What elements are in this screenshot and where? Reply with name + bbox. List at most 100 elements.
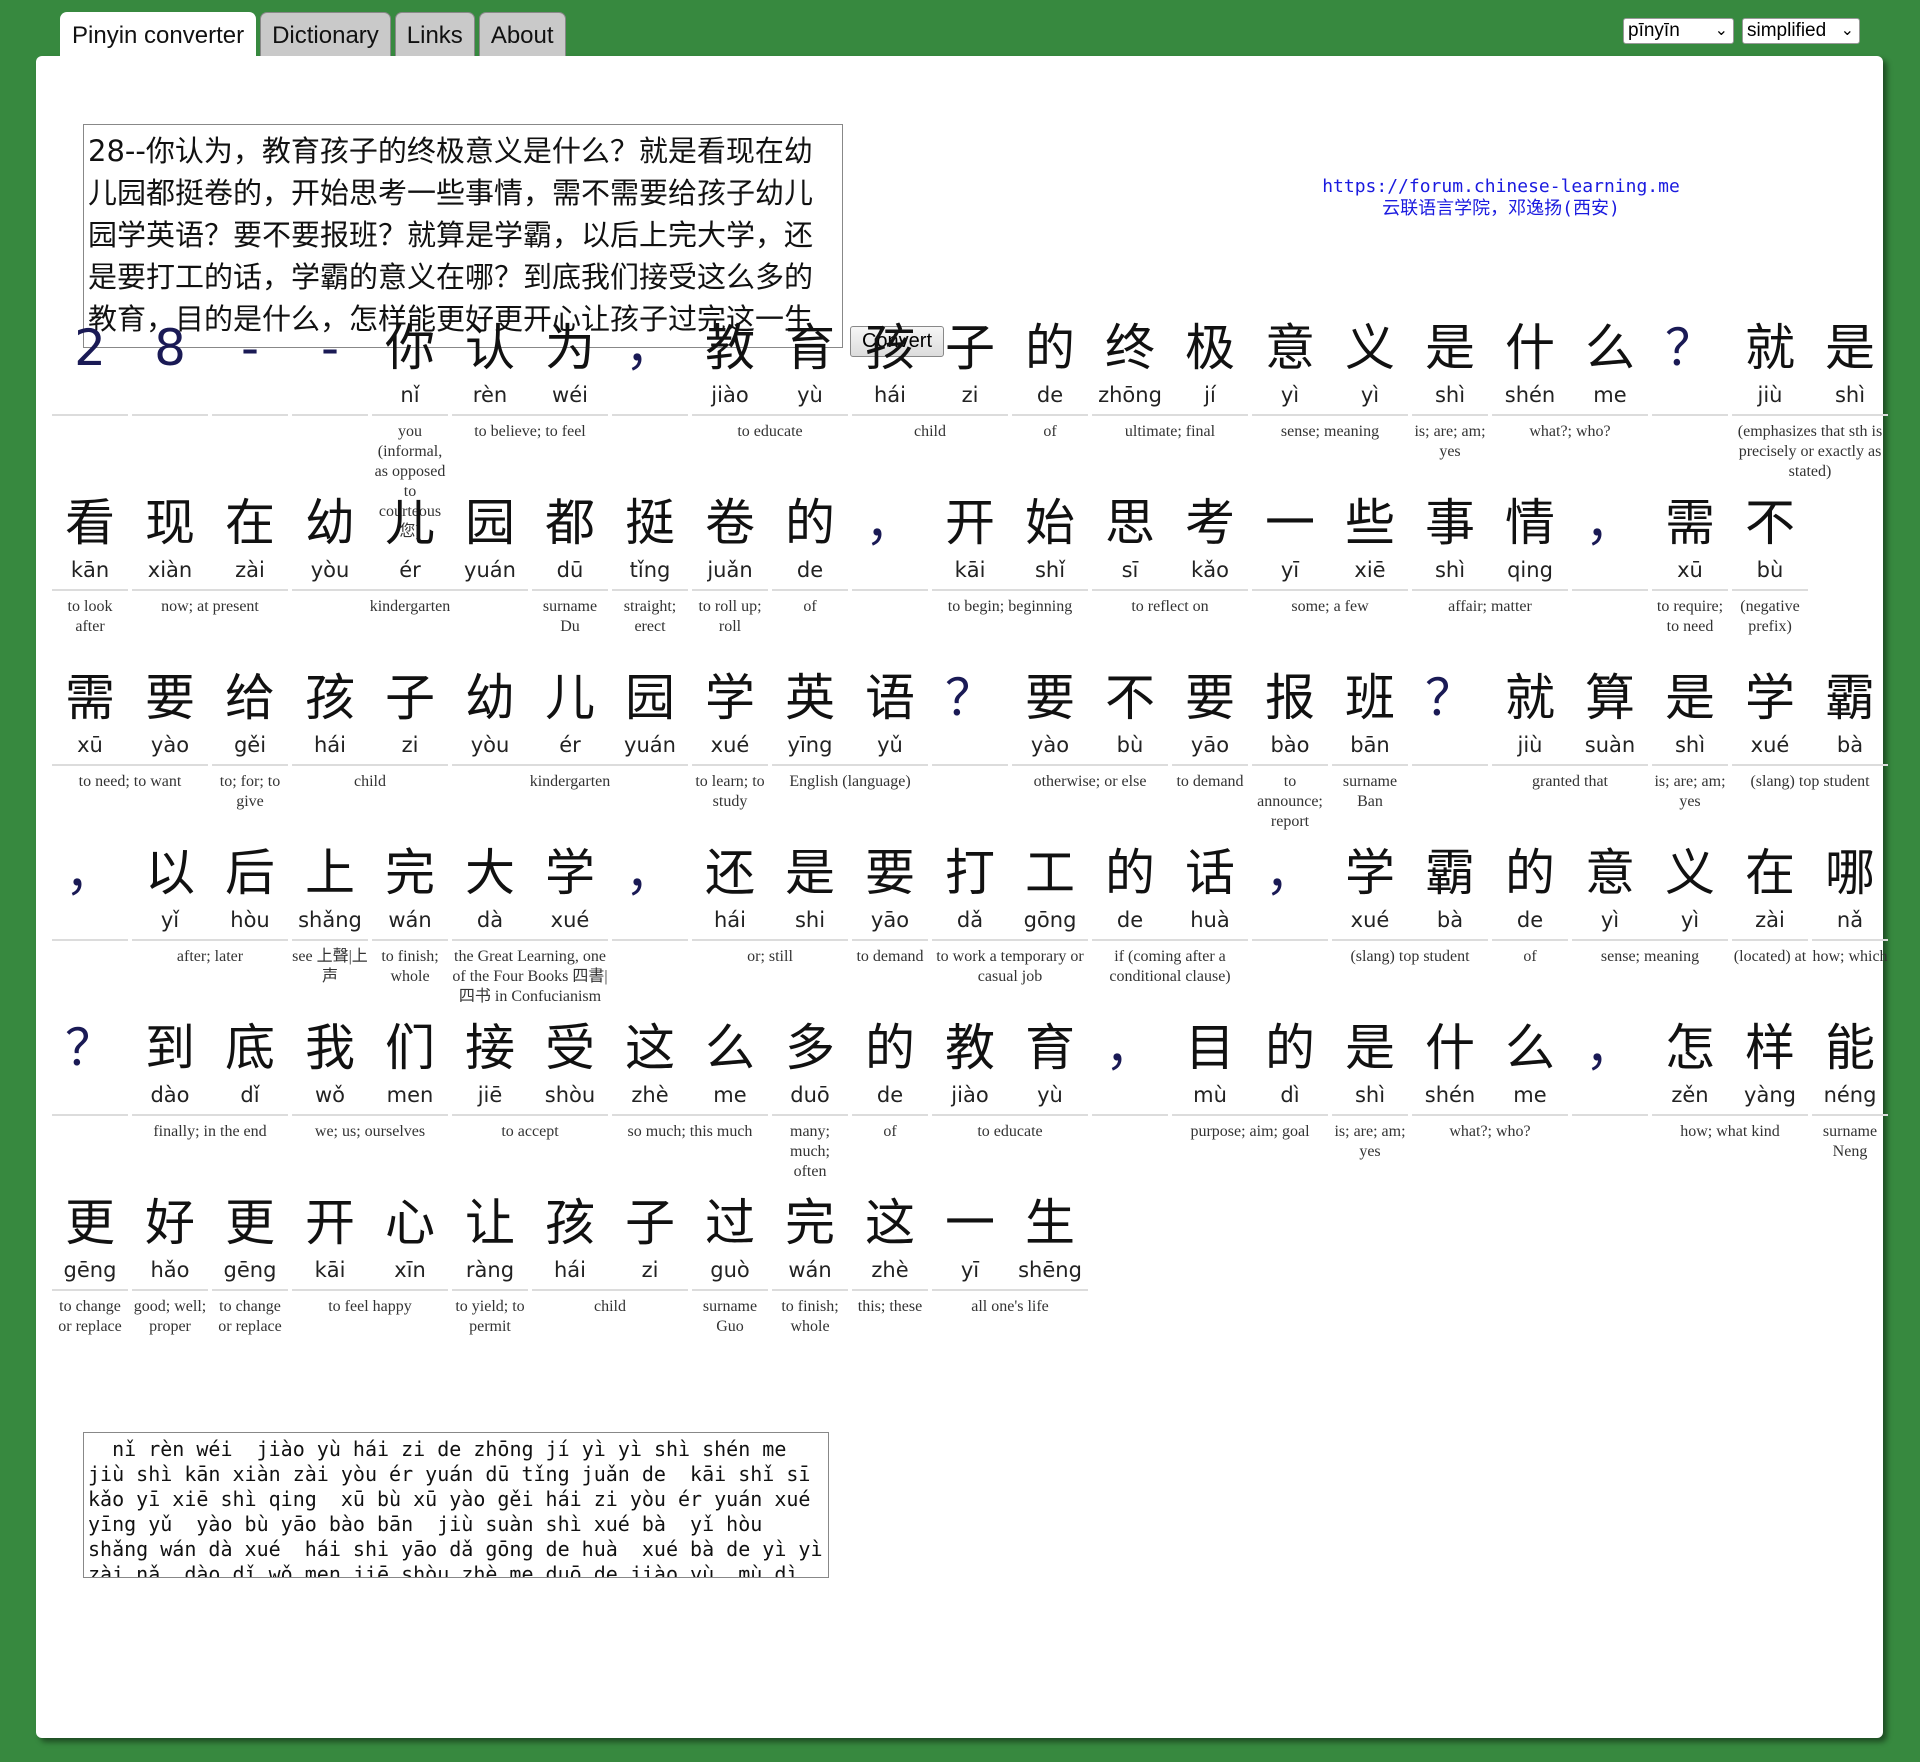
word-group[interactable]: 幼 yòu 儿 ér 园 yuán kindergarten (290, 491, 530, 617)
word-group[interactable]: 能 néng surname Neng (1810, 1016, 1890, 1162)
pinyin-reading: yù (1037, 1083, 1063, 1107)
character-cell: - (290, 316, 370, 410)
character-cell: 么 me (690, 1016, 770, 1110)
word-group[interactable]: 怎 zěn 样 yàng how; what kind (1650, 1016, 1810, 1142)
character-cell: 幼 yòu (290, 491, 370, 585)
romanization-select[interactable]: pīnyīn ⌄ (1623, 18, 1734, 44)
word-group[interactable]: 挺 tǐng straight; erect (610, 491, 690, 637)
word-group[interactable]: 完 wán to finish; whole (370, 841, 450, 987)
word-group[interactable]: 要 yāo to demand (1170, 666, 1250, 792)
word-group[interactable]: 是 shì is; are; am; yes (1330, 1016, 1410, 1162)
word-group[interactable]: 更 gēng to change or replace (210, 1191, 290, 1337)
script-select[interactable]: simplified ⌄ (1742, 18, 1860, 44)
word-group[interactable]: 幼 yòu 儿 ér 园 yuán kindergarten (450, 666, 690, 792)
tab-links[interactable]: Links (394, 12, 475, 56)
word-group[interactable]: 目 mù 的 dì purpose; aim; goal (1170, 1016, 1330, 1142)
word-group[interactable]: 需 xū 要 yào to need; to want (50, 666, 210, 792)
word-group[interactable]: 一 yī 些 xiē some; a few (1250, 491, 1410, 617)
word-group[interactable]: 大 dà 学 xué the Great Learning, one of the Fo… (450, 841, 610, 1007)
word-group[interactable]: 更 gēng to change or replace (50, 1191, 130, 1337)
word-group[interactable]: 以 yǐ 后 hòu after; later (130, 841, 290, 967)
word-group[interactable]: 报 bào to announce; report (1250, 666, 1330, 832)
character-row: 思 sī 考 kǎo (1090, 491, 1250, 585)
word-group[interactable]: 这 zhè 么 me so much; this much (610, 1016, 770, 1142)
word-group[interactable]: 什 shén 么 me what?; who? (1410, 1016, 1570, 1142)
word-group[interactable]: 英 yīng 语 yǔ English (language) (770, 666, 930, 792)
word-group[interactable]: 的 de of (850, 1016, 930, 1142)
word-group[interactable]: 思 sī 考 kǎo to reflect on (1090, 491, 1250, 617)
word-group[interactable]: 要 yāo to demand (850, 841, 930, 967)
word-group[interactable]: 我 wǒ 们 men we; us; ourselves (290, 1016, 450, 1142)
word-group[interactable]: 孩 hái 子 zi child (290, 666, 450, 792)
word-group[interactable]: 开 kāi 心 xīn to feel happy (290, 1191, 450, 1317)
chinese-input-textarea[interactable]: 28--你认为，教育孩子的终极意义是什么？就是看现在幼儿园都挺卷的，开始思考一些… (83, 124, 843, 348)
tab-dictionary[interactable]: Dictionary (260, 12, 391, 56)
word-group[interactable]: 哪 nǎ how; which (1810, 841, 1890, 967)
word-group[interactable]: 学 xué 霸 bà (slang) top student (1330, 841, 1490, 967)
word-group[interactable]: 需 xū to require; to need (1650, 491, 1730, 637)
word-group[interactable]: 什 shén 么 me what?; who? (1490, 316, 1650, 442)
word-group[interactable]: 多 duō many; much; often (770, 1016, 850, 1182)
word-group[interactable]: 打 dǎ 工 gōng to work a temporary or casual jo… (930, 841, 1090, 987)
punctuation: 2 (74, 319, 106, 377)
word-group[interactable]: 学 xué to learn; to study (690, 666, 770, 812)
word-group[interactable]: 完 wán to finish; whole (770, 1191, 850, 1337)
word-group[interactable]: 接 jiē 受 shòu to accept (450, 1016, 610, 1142)
word-group[interactable]: 教 jiào 育 yù to educate (690, 316, 850, 442)
gloss-text: to yield; to permit (455, 1298, 525, 1335)
word-group[interactable]: 的 de of (1010, 316, 1090, 442)
word-group[interactable]: 都 dū surname Du (530, 491, 610, 637)
word-group[interactable]: 教 jiào 育 yù to educate (930, 1016, 1090, 1142)
forum-link[interactable]: https://forum.chinese-learning.me (1236, 176, 1766, 198)
pinyin-output-textarea[interactable]: nǐ rèn wéi jiào yù hái zi de zhōng jí yì… (83, 1432, 829, 1578)
word-group[interactable]: 看 kān to look after (50, 491, 130, 637)
word-group[interactable]: 让 ràng to yield; to permit (450, 1191, 530, 1337)
divider (1812, 939, 1888, 941)
word-group[interactable]: 班 bān surname Ban (1330, 666, 1410, 812)
pinyin-reading: shén (1504, 383, 1556, 407)
word-group[interactable]: 在 zài (located) at (1730, 841, 1810, 967)
hanzi: 要 (1185, 669, 1235, 727)
word-group[interactable]: 孩 hái 子 zi child (530, 1191, 690, 1317)
character-cell: 是 shì (1650, 666, 1730, 760)
word-group[interactable]: 不 bù (negative prefix) (1730, 491, 1810, 637)
word-group[interactable]: 到 dào 底 dǐ finally; in the end (130, 1016, 290, 1142)
word-group[interactable]: 就 jiù 是 shì (emphasizes that sth is precisel… (1730, 316, 1890, 482)
word-group[interactable]: 过 guò surname Guo (690, 1191, 770, 1337)
word-group[interactable]: 一 yī 生 shēng all one's life (930, 1191, 1090, 1317)
word-group[interactable]: 就 jiù 算 suàn granted that (1490, 666, 1650, 792)
tab-about[interactable]: About (478, 12, 566, 56)
word-group[interactable]: 卷 juǎn to roll up; roll (690, 491, 770, 637)
pinyin-reading: jiù (1757, 383, 1783, 407)
word-group[interactable]: 给 gěi to; for; to give (210, 666, 290, 812)
word-group[interactable]: 事 shì 情 qing affair; matter (1410, 491, 1570, 617)
word-group[interactable]: 这 zhè this; these (850, 1191, 930, 1317)
character-row: 这 zhè (850, 1191, 930, 1285)
word-group[interactable]: 认 rèn 为 wéi to believe; to feel (450, 316, 610, 442)
word-group[interactable]: 还 hái 是 shi or; still (690, 841, 850, 967)
character-row: 我 wǒ 们 men (290, 1016, 450, 1110)
character-cell: 一 yī (930, 1191, 1010, 1285)
word-group[interactable]: 意 yì 义 yì sense; meaning (1250, 316, 1410, 442)
word-group[interactable]: 的 de of (1490, 841, 1570, 967)
word-group[interactable]: 上 shǎng see 上聲|上声 (290, 841, 370, 987)
divider (1012, 414, 1088, 416)
word-group[interactable]: 好 hǎo good; well; proper (130, 1191, 210, 1337)
gloss-text: to begin; beginning (947, 598, 1073, 615)
word-group[interactable]: 是 shì is; are; am; yes (1410, 316, 1490, 462)
word-group[interactable]: 意 yì 义 yì sense; meaning (1570, 841, 1730, 967)
tab-pinyin-converter[interactable]: Pinyin converter (60, 12, 257, 56)
word-group[interactable]: 现 xiàn 在 zài now; at present (130, 491, 290, 617)
word-group[interactable]: 是 shì is; are; am; yes (1650, 666, 1730, 812)
word-group[interactable]: 的 de 话 huà if (coming after a conditional cl… (1090, 841, 1250, 987)
gloss-text: many; much; often (790, 1123, 830, 1180)
divider (612, 939, 688, 941)
word-group[interactable]: 孩 hái 子 zi child (850, 316, 1010, 442)
divider (292, 414, 368, 416)
character-cell: 报 bào (1250, 666, 1330, 760)
word-group[interactable]: 学 xué 霸 bà (slang) top student (1730, 666, 1890, 792)
word-group[interactable]: 要 yào 不 bù otherwise; or else (1010, 666, 1170, 792)
word-group[interactable]: 开 kāi 始 shǐ to begin; beginning (930, 491, 1090, 617)
word-group[interactable]: 终 zhōng 极 jí ultimate; final (1090, 316, 1250, 442)
word-group[interactable]: 的 de of (770, 491, 850, 617)
